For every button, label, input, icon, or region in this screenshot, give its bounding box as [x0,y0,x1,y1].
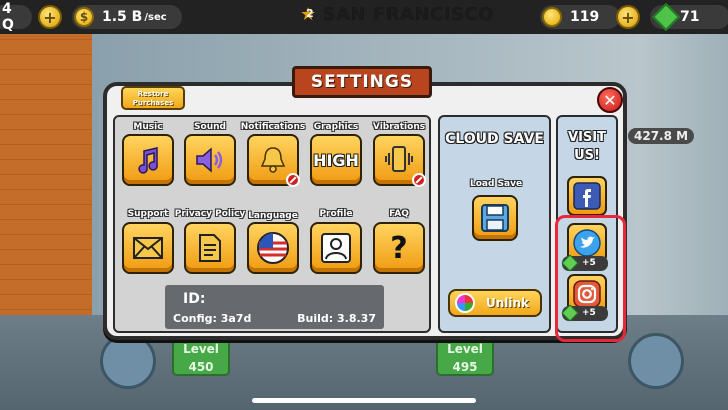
support-button[interactable] [122,222,174,274]
build-text: Build: 3.8.37 [297,312,376,325]
profile-button[interactable] [310,222,362,274]
language-button[interactable] [247,222,299,274]
load-save-button[interactable] [472,195,518,241]
close-icon: ✕ [603,90,617,110]
support-label: Support [127,209,169,219]
gem-icon [651,2,681,32]
sound-label: Sound [194,122,226,132]
notifications-label: Notifications [240,122,306,132]
graphics-label: Graphics [313,122,359,132]
dollar-coin-icon: $ [74,7,94,27]
add-coins-button[interactable]: + [616,5,640,29]
load-save-label: Load Save [469,179,523,189]
game-center-icon [455,293,475,313]
id-label: ID: [183,291,206,307]
document-icon [191,229,229,267]
floppy-disk-icon [476,199,514,237]
gem-counter: 71 [650,2,728,32]
faq-button[interactable]: ? [373,222,425,274]
city-title: ★ 2 SAN FRANCISCO [300,4,494,25]
home-indicator[interactable] [252,398,476,403]
gold-coin-icon [542,7,562,27]
id-info-box: ID: Config: 3a7d Build: 3.8.37 [165,285,384,329]
music-button[interactable] [122,134,174,186]
restore-purchases-button[interactable]: Restore Purchases [121,86,185,110]
cloud-save-title: CLOUD SAVE [445,131,544,147]
graphics-button[interactable]: HIGH [310,134,362,186]
visit-us-title: VISIT US! [568,130,606,163]
privacy-policy-button[interactable] [184,222,236,274]
vibration-icon [380,141,418,179]
close-button[interactable]: ✕ [597,87,623,113]
vibrations-label: Vibrations [372,122,426,132]
vibrations-button[interactable] [373,134,426,187]
brick-wall [0,34,92,324]
graphics-value: HIGH [313,150,359,170]
coin-counter: 119 [540,5,620,29]
flag-icon [254,229,292,267]
side-amount: 427.8 M [628,128,695,144]
facebook-icon [573,182,601,210]
disabled-badge-icon [412,173,426,187]
music-label: Music [133,122,163,132]
background-level-badge: Level 450 [172,336,230,376]
facebook-button[interactable] [567,176,607,216]
background-manager-slot [628,333,684,389]
sound-button[interactable] [184,134,236,186]
language-label: Language [248,211,298,221]
background-manager-slot [100,333,156,389]
config-text: Config: 3a7d [173,312,252,325]
unlink-button[interactable]: Unlink [448,289,542,317]
user-icon [317,229,355,267]
profile-label: Profile [319,209,353,219]
privacy-policy-label: Privacy Policy [174,209,246,219]
music-note-icon [129,141,167,179]
question-icon: ? [390,230,408,266]
background-level-badge: Level 495 [436,336,494,376]
notifications-button[interactable] [247,134,300,187]
bell-icon [254,141,292,179]
faq-label: FAQ [389,209,409,219]
add-cash-button[interactable]: + [38,5,62,29]
income-display: $ 1.5 B/sec [72,5,182,29]
highlight-outline [555,215,626,342]
envelope-icon [129,229,167,267]
speaker-icon [191,141,229,179]
dialog-title: SETTINGS [279,66,445,103]
left-amount: 4 Q [0,1,32,33]
disabled-badge-icon [286,173,300,187]
